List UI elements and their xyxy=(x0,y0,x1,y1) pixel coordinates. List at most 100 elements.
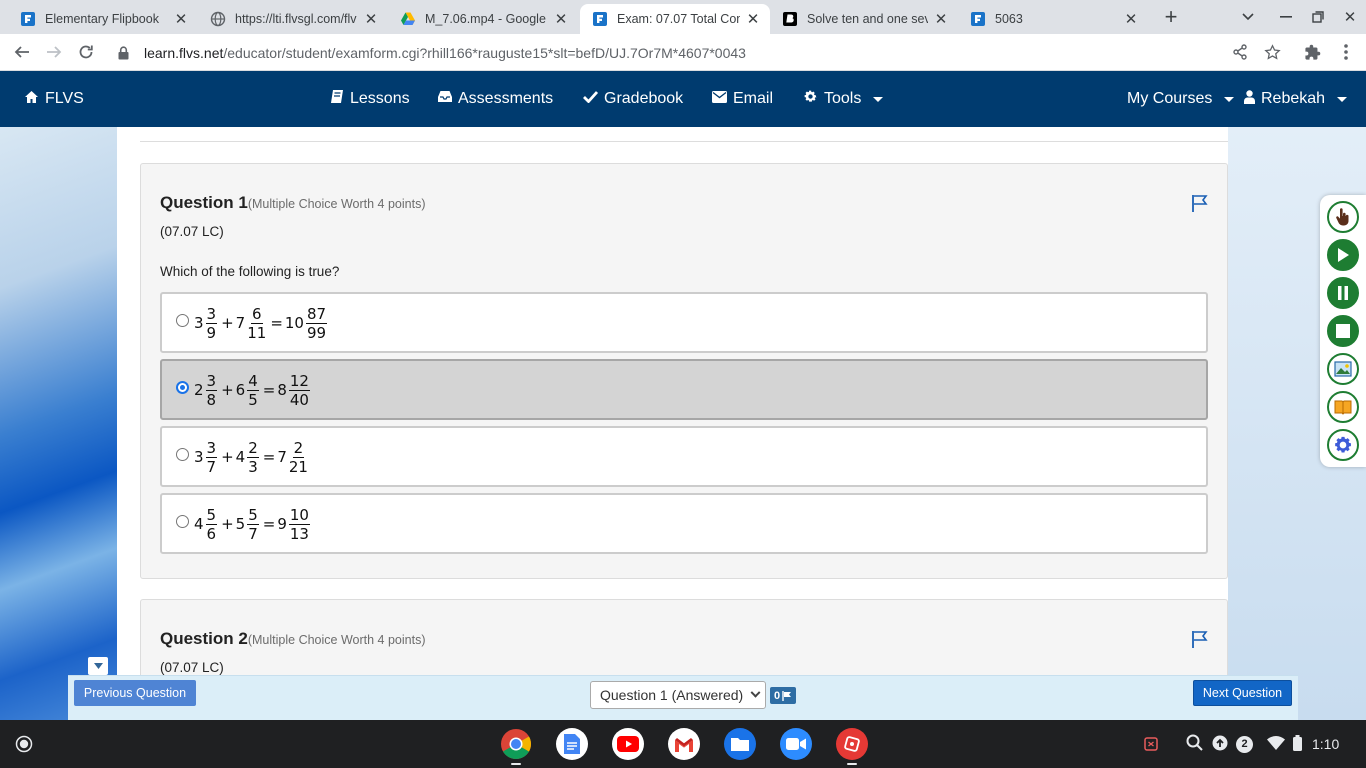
chevron-down-icon xyxy=(1224,96,1235,102)
close-tab-icon[interactable]: ✕ xyxy=(744,10,762,28)
tab-elementary-flipbook[interactable]: Elementary Flipbook ✕ xyxy=(8,4,198,34)
radio-button[interactable] xyxy=(176,314,189,327)
screencastify-icon[interactable] xyxy=(836,728,868,760)
wifi-icon xyxy=(1267,735,1285,753)
clock-time: 1:10 xyxy=(1312,736,1340,752)
tab-google-drive-video[interactable]: M_7.06.mp4 - Google D ✕ xyxy=(388,4,578,34)
answer-option-a[interactable]: 3 39 + 7 6 11 = 10 87 99 xyxy=(160,292,1208,353)
tab-brainly[interactable]: Solve ten and one seve ✕ xyxy=(770,4,958,34)
nav-lessons[interactable]: Lessons xyxy=(330,71,410,127)
zoom-app-icon[interactable] xyxy=(780,728,812,760)
brainly-icon xyxy=(782,11,798,27)
tab-title: https://lti.flvsgl.com/flv xyxy=(235,12,357,26)
back-arrow-icon[interactable] xyxy=(9,39,35,65)
fraction: 37 xyxy=(205,439,218,476)
nav-assessments[interactable]: Assessments xyxy=(438,71,553,127)
denominator: 8 xyxy=(206,390,217,409)
numerator: 5 xyxy=(205,505,218,525)
tab-search-chevron-icon[interactable] xyxy=(1236,6,1260,28)
fraction: 38 xyxy=(205,371,218,409)
nav-gradebook[interactable]: Gradebook xyxy=(583,71,683,127)
browser-toolbar: learn.flvs.net/educator/student/examform… xyxy=(0,34,1366,71)
nav-user-label: Rebekah xyxy=(1261,90,1326,107)
youtube-icon[interactable] xyxy=(612,728,644,760)
status-tray[interactable]: 2 1:10 xyxy=(1176,727,1362,761)
settings-gear-icon[interactable] xyxy=(1327,429,1359,461)
radio-button[interactable] xyxy=(176,515,189,528)
pause-icon[interactable] xyxy=(1327,277,1359,309)
nav-email[interactable]: Email xyxy=(712,71,773,127)
play-icon[interactable] xyxy=(1327,239,1359,271)
whole-number: 10 xyxy=(284,314,304,332)
extensions-puzzle-icon[interactable] xyxy=(1301,41,1323,63)
numerator: 10 xyxy=(288,505,310,525)
nav-user-dropdown[interactable]: Rebekah xyxy=(1244,71,1348,127)
google-docs-icon[interactable] xyxy=(556,728,588,760)
nav-home-flvs[interactable]: FLVS xyxy=(24,71,84,127)
flvs-icon xyxy=(20,11,36,27)
question-select-dropdown[interactable]: Question 1 (Answered) xyxy=(590,681,766,709)
fraction: 56 xyxy=(205,505,218,543)
chrome-app-icon[interactable] xyxy=(500,728,532,760)
inbox-icon xyxy=(438,90,452,108)
fraction: 39 xyxy=(205,305,218,342)
flag-question-icon[interactable] xyxy=(1190,193,1210,213)
nav-my-courses-dropdown[interactable]: My Courses xyxy=(1127,71,1235,127)
answer-option-b-selected[interactable]: 2 38 + 6 45 = 8 12 40 xyxy=(160,359,1208,420)
launcher-icon[interactable] xyxy=(8,728,40,760)
tab-exam-active[interactable]: Exam: 07.07 Total Com ✕ xyxy=(580,4,770,34)
screen-capture-icon[interactable] xyxy=(1136,728,1166,760)
stop-icon[interactable] xyxy=(1327,315,1359,347)
new-tab-button[interactable]: + xyxy=(1158,4,1184,30)
share-icon[interactable] xyxy=(1229,41,1251,63)
numerator: 2 xyxy=(292,438,305,458)
chevron-down-icon xyxy=(1337,96,1348,102)
close-tab-icon[interactable]: ✕ xyxy=(552,10,570,28)
equation: 2 38 + 6 45 = 8 12 40 xyxy=(194,366,312,414)
previous-question-button[interactable]: Previous Question xyxy=(74,680,196,706)
flagged-count-badge[interactable]: 0 xyxy=(770,687,797,704)
close-tab-icon[interactable]: ✕ xyxy=(932,10,950,28)
picture-dictionary-icon[interactable] xyxy=(1327,353,1359,385)
numerator: 4 xyxy=(247,371,259,391)
answer-option-c[interactable]: 3 37 + 4 23 = 7 2 21 xyxy=(160,426,1208,487)
answer-option-d[interactable]: 4 56 + 5 57 = 9 10 13 xyxy=(160,493,1208,554)
numerator: 3 xyxy=(205,371,218,391)
flag-icon xyxy=(782,690,792,701)
more-menu-icon[interactable] xyxy=(1335,41,1357,63)
flag-question-icon[interactable] xyxy=(1190,629,1210,649)
nav-tools-dropdown[interactable]: Tools xyxy=(803,71,884,127)
files-app-icon[interactable] xyxy=(724,728,756,760)
search-icon[interactable] xyxy=(1186,734,1203,754)
reload-icon[interactable] xyxy=(73,39,99,65)
fraction: 57 xyxy=(247,506,259,543)
close-tab-icon[interactable]: ✕ xyxy=(1122,10,1140,28)
divider xyxy=(140,141,1228,142)
tab-lti-flvsgl[interactable]: https://lti.flvsgl.com/flv ✕ xyxy=(198,4,388,34)
tab-5063[interactable]: 5063 ✕ xyxy=(958,4,1148,34)
forward-arrow-icon[interactable] xyxy=(41,39,67,65)
fraction: 12 40 xyxy=(288,372,310,409)
close-tab-icon[interactable]: ✕ xyxy=(362,10,380,28)
denominator: 40 xyxy=(289,390,309,409)
pointer-hand-icon[interactable] xyxy=(1327,201,1359,233)
read-aloud-toolbar xyxy=(1320,195,1366,467)
chevron-down-icon[interactable] xyxy=(88,657,108,675)
radio-button[interactable] xyxy=(176,448,189,461)
question-type: (Multiple Choice Worth 4 points) xyxy=(247,197,426,211)
equals-sign: = xyxy=(262,381,276,399)
next-question-button[interactable]: Next Question xyxy=(1193,680,1292,706)
close-tab-icon[interactable]: ✕ xyxy=(172,10,190,28)
radio-button-selected[interactable] xyxy=(176,381,189,394)
gmail-icon[interactable] xyxy=(668,728,700,760)
os-shelf: 2 1:10 xyxy=(0,720,1366,768)
address-bar[interactable]: learn.flvs.net/educator/student/examform… xyxy=(110,38,1290,67)
bookmark-star-icon[interactable] xyxy=(1261,41,1283,63)
close-window-icon[interactable]: ✕ xyxy=(1338,6,1362,28)
dictionary-book-icon[interactable] xyxy=(1327,391,1359,423)
numerator: 5 xyxy=(247,505,259,525)
restore-icon[interactable] xyxy=(1306,6,1330,28)
lock-icon[interactable] xyxy=(118,45,132,60)
question-1-heading: Question 1(Multiple Choice Worth 4 point… xyxy=(160,193,425,213)
minimize-icon[interactable] xyxy=(1274,6,1298,28)
